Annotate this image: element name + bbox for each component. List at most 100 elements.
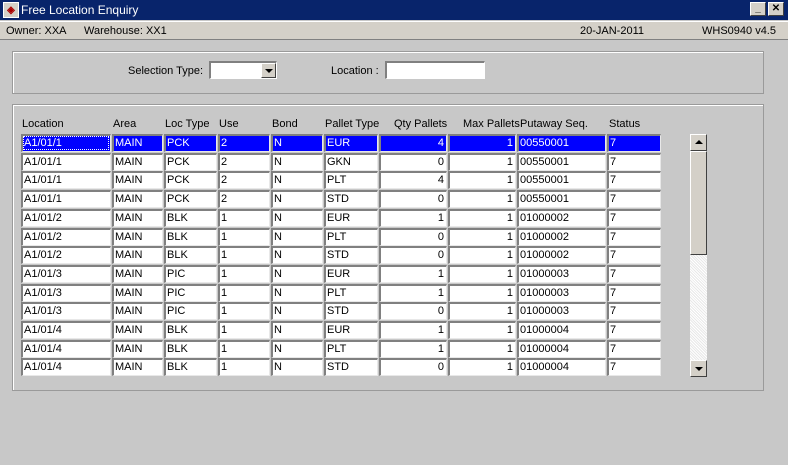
cell-putaway-seq[interactable]: 01000002 [517, 228, 606, 246]
cell-status[interactable]: 7 [607, 134, 661, 152]
cell-max-pallets[interactable]: 1 [448, 209, 516, 227]
cell-qty-pallets[interactable]: 1 [379, 265, 447, 283]
cell-putaway-seq[interactable]: 01000003 [517, 284, 606, 302]
location-input[interactable] [385, 61, 485, 79]
cell-area[interactable]: MAIN [112, 228, 163, 246]
cell-status[interactable]: 7 [607, 321, 661, 339]
cell-location[interactable]: A1/01/3 [21, 284, 111, 302]
cell-location[interactable]: A1/01/1 [21, 190, 111, 208]
cell-max-pallets[interactable]: 1 [448, 134, 516, 152]
cell-location[interactable]: A1/01/1 [21, 171, 111, 189]
cell-location[interactable]: A1/01/4 [21, 321, 111, 339]
cell-use[interactable]: 1 [218, 302, 270, 320]
cell-pallet-type[interactable]: PLT [324, 340, 378, 358]
cell-putaway-seq[interactable]: 01000002 [517, 246, 606, 264]
table-row[interactable]: A1/01/4 MAIN BLK 1 N EUR 1 1 01000004 7 [21, 321, 662, 340]
cell-status[interactable]: 7 [607, 246, 661, 264]
vertical-scrollbar[interactable] [690, 134, 707, 377]
cell-max-pallets[interactable]: 1 [448, 246, 516, 264]
table-row[interactable]: A1/01/3 MAIN PIC 1 N EUR 1 1 01000003 7 [21, 265, 662, 284]
cell-max-pallets[interactable]: 1 [448, 228, 516, 246]
cell-loc-type[interactable]: PCK [164, 134, 217, 152]
table-row[interactable]: A1/01/2 MAIN BLK 1 N STD 0 1 01000002 7 [21, 246, 662, 265]
cell-putaway-seq[interactable]: 01000002 [517, 209, 606, 227]
cell-use[interactable]: 1 [218, 321, 270, 339]
cell-loc-type[interactable]: BLK [164, 209, 217, 227]
cell-putaway-seq[interactable]: 01000004 [517, 321, 606, 339]
cell-bond[interactable]: N [271, 302, 323, 320]
cell-loc-type[interactable]: PIC [164, 284, 217, 302]
cell-bond[interactable]: N [271, 153, 323, 171]
cell-use[interactable]: 1 [218, 358, 270, 376]
cell-loc-type[interactable]: BLK [164, 340, 217, 358]
cell-pallet-type[interactable]: EUR [324, 134, 378, 152]
cell-loc-type[interactable]: PCK [164, 171, 217, 189]
cell-location[interactable]: A1/01/4 [21, 358, 111, 376]
table-row[interactable]: A1/01/3 MAIN PIC 1 N STD 0 1 01000003 7 [21, 302, 662, 321]
cell-use[interactable]: 2 [218, 190, 270, 208]
table-row[interactable]: A1/01/1 MAIN PCK 2 N STD 0 1 00550001 7 [21, 190, 662, 209]
table-row[interactable]: A1/01/2 MAIN BLK 1 N EUR 1 1 01000002 7 [21, 209, 662, 228]
cell-use[interactable]: 1 [218, 209, 270, 227]
cell-area[interactable]: MAIN [112, 246, 163, 264]
cell-area[interactable]: MAIN [112, 134, 163, 152]
cell-location[interactable]: A1/01/3 [21, 265, 111, 283]
cell-putaway-seq[interactable]: 00550001 [517, 190, 606, 208]
cell-bond[interactable]: N [271, 340, 323, 358]
cell-use[interactable]: 1 [218, 284, 270, 302]
cell-bond[interactable]: N [271, 265, 323, 283]
cell-area[interactable]: MAIN [112, 321, 163, 339]
cell-location[interactable]: A1/01/2 [21, 209, 111, 227]
cell-pallet-type[interactable]: PLT [324, 228, 378, 246]
cell-bond[interactable]: N [271, 246, 323, 264]
scroll-thumb[interactable] [690, 151, 707, 255]
cell-use[interactable]: 1 [218, 246, 270, 264]
cell-loc-type[interactable]: PCK [164, 190, 217, 208]
cell-pallet-type[interactable]: PLT [324, 284, 378, 302]
cell-putaway-seq[interactable]: 01000004 [517, 340, 606, 358]
cell-location[interactable]: A1/01/2 [21, 246, 111, 264]
cell-pallet-type[interactable]: PLT [324, 171, 378, 189]
cell-qty-pallets[interactable]: 4 [379, 134, 447, 152]
forms-app-icon[interactable]: ◈ [3, 2, 19, 18]
cell-area[interactable]: MAIN [112, 302, 163, 320]
cell-putaway-seq[interactable]: 01000003 [517, 302, 606, 320]
cell-location[interactable]: A1/01/1 [21, 153, 111, 171]
cell-qty-pallets[interactable]: 0 [379, 302, 447, 320]
cell-pallet-type[interactable]: EUR [324, 209, 378, 227]
cell-max-pallets[interactable]: 1 [448, 340, 516, 358]
cell-loc-type[interactable]: PCK [164, 153, 217, 171]
cell-max-pallets[interactable]: 1 [448, 302, 516, 320]
cell-location[interactable]: A1/01/2 [21, 228, 111, 246]
cell-use[interactable]: 1 [218, 265, 270, 283]
cell-pallet-type[interactable]: GKN [324, 153, 378, 171]
cell-loc-type[interactable]: BLK [164, 321, 217, 339]
cell-location[interactable]: A1/01/3 [21, 302, 111, 320]
cell-location[interactable]: A1/01/4 [21, 340, 111, 358]
cell-use[interactable]: 2 [218, 134, 270, 152]
cell-max-pallets[interactable]: 1 [448, 265, 516, 283]
chevron-down-icon[interactable] [261, 63, 276, 78]
cell-putaway-seq[interactable]: 01000004 [517, 358, 606, 376]
cell-pallet-type[interactable]: EUR [324, 321, 378, 339]
cell-qty-pallets[interactable]: 1 [379, 284, 447, 302]
cell-max-pallets[interactable]: 1 [448, 358, 516, 376]
cell-area[interactable]: MAIN [112, 171, 163, 189]
minimize-button[interactable]: _ [750, 2, 766, 16]
cell-max-pallets[interactable]: 1 [448, 171, 516, 189]
cell-area[interactable]: MAIN [112, 340, 163, 358]
cell-use[interactable]: 1 [218, 228, 270, 246]
cell-qty-pallets[interactable]: 4 [379, 171, 447, 189]
cell-status[interactable]: 7 [607, 302, 661, 320]
cell-status[interactable]: 7 [607, 228, 661, 246]
cell-max-pallets[interactable]: 1 [448, 190, 516, 208]
cell-pallet-type[interactable]: EUR [324, 265, 378, 283]
close-button[interactable]: ✕ [768, 2, 784, 16]
cell-bond[interactable]: N [271, 284, 323, 302]
cell-max-pallets[interactable]: 1 [448, 153, 516, 171]
arrow-down-icon[interactable] [690, 360, 707, 377]
cell-qty-pallets[interactable]: 1 [379, 340, 447, 358]
cell-max-pallets[interactable]: 1 [448, 321, 516, 339]
cell-qty-pallets[interactable]: 0 [379, 190, 447, 208]
cell-bond[interactable]: N [271, 209, 323, 227]
